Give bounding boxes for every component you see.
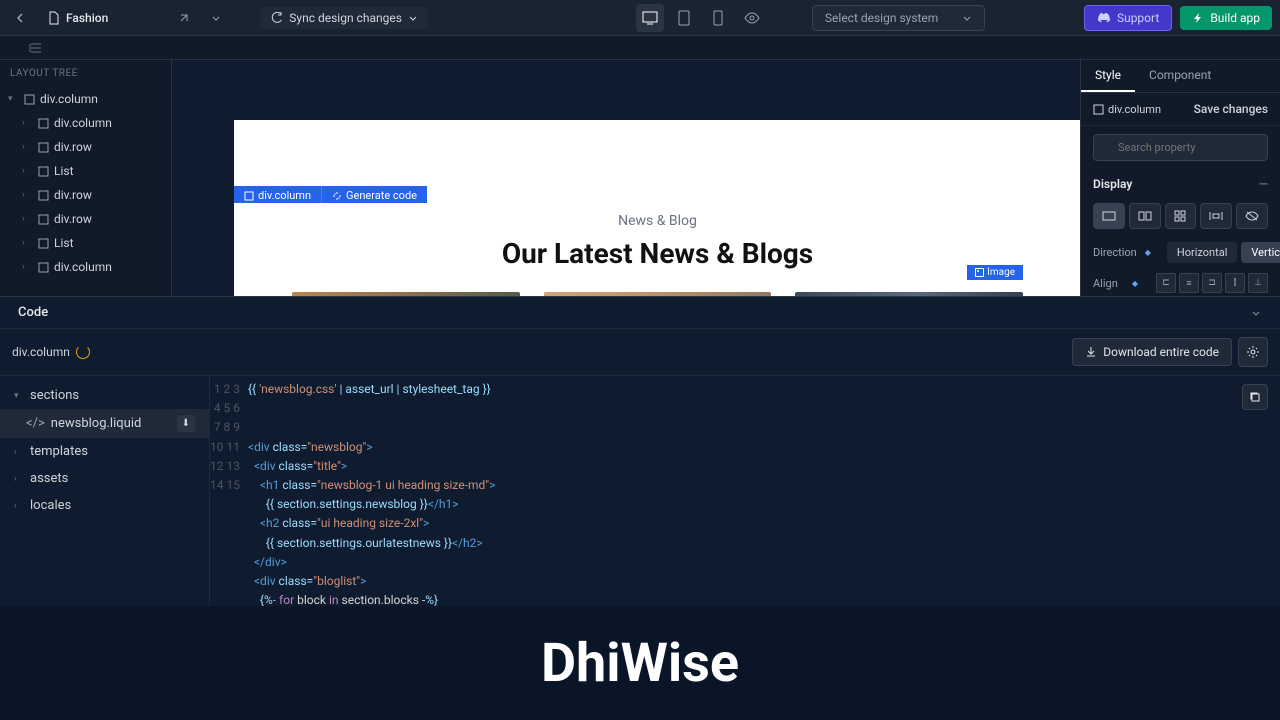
box-icon — [244, 191, 254, 201]
file-name: Fashion — [66, 11, 108, 25]
refresh-icon — [270, 11, 283, 24]
line-gutter: 1 2 3 4 5 6 7 8 9 10 11 12 13 14 15 — [210, 376, 248, 606]
tree-item[interactable]: ›List — [0, 159, 171, 183]
display-inline-button[interactable] — [1200, 203, 1232, 229]
tree-item[interactable]: ›div.row — [0, 135, 171, 159]
support-label: Support — [1117, 11, 1159, 25]
chevron-down-icon[interactable] — [204, 6, 228, 30]
design-system-placeholder: Select design system — [825, 11, 938, 25]
align-baseline-button[interactable]: ⊥ — [1248, 273, 1268, 293]
code-file-icon: </> — [26, 416, 45, 431]
tree-item[interactable]: ›div.column — [0, 111, 171, 135]
blog-image-1[interactable] — [292, 292, 520, 296]
image-badge-label: Image — [987, 267, 1015, 278]
file-newsblog[interactable]: </> newsblog.liquid ⬇ — [0, 409, 209, 438]
file-tab[interactable]: Fashion — [40, 7, 116, 29]
folder-locales[interactable]: ›locales — [0, 492, 209, 519]
copy-code-button[interactable] — [1242, 384, 1268, 410]
align-stretch-button[interactable]: ⫿ — [1225, 273, 1245, 293]
tree-item[interactable]: ▾div.column — [0, 87, 171, 111]
viewport-mobile-button[interactable] — [704, 4, 732, 32]
download-file-icon[interactable]: ⬇ — [177, 415, 195, 432]
download-code-label: Download entire code — [1103, 345, 1219, 359]
code-file-tree: ▾sections </> newsblog.liquid ⬇ ›templat… — [0, 376, 210, 606]
tree-item[interactable]: ›div.row — [0, 183, 171, 207]
tab-component[interactable]: Component — [1135, 60, 1225, 92]
download-icon — [1085, 346, 1097, 358]
viewport-tablet-button[interactable] — [670, 4, 698, 32]
collapse-code-icon[interactable] — [1250, 307, 1262, 319]
code-lines: {{ 'newsblog.css' | asset_url | styleshe… — [248, 376, 1280, 606]
support-button[interactable]: Support — [1084, 5, 1172, 31]
code-settings-button[interactable] — [1238, 337, 1268, 367]
layers-icon[interactable] — [24, 36, 48, 60]
discord-icon — [1097, 12, 1111, 24]
align-center-button[interactable]: ≡ — [1179, 273, 1199, 293]
folder-assets[interactable]: ›assets — [0, 465, 209, 492]
design-system-select[interactable]: Select design system — [812, 5, 985, 31]
tree-item[interactable]: ›div.row — [0, 207, 171, 231]
image-badge[interactable]: Image — [967, 265, 1023, 280]
sync-button[interactable]: Sync design changes — [260, 7, 428, 29]
code-crumb-label: div.column — [12, 345, 70, 359]
wand-icon — [332, 191, 342, 201]
direction-label: Direction — [1093, 246, 1137, 259]
target-icon[interactable] — [76, 345, 90, 359]
align-start-button[interactable]: ⊏ — [1156, 273, 1176, 293]
external-icon[interactable] — [172, 6, 196, 30]
brand-name: DhiWise — [541, 632, 739, 695]
box-icon — [1093, 104, 1104, 115]
canvas-page[interactable]: News & Blog Our Latest News & Blogs Imag… — [234, 203, 1080, 296]
generate-code-label: Generate code — [346, 189, 417, 202]
tree-item[interactable]: ›div.column — [0, 255, 171, 279]
save-changes-button[interactable]: Save changes — [1194, 102, 1268, 116]
build-app-button[interactable]: Build app — [1180, 6, 1272, 30]
blog-image-3[interactable]: Image — [795, 292, 1023, 296]
news-title: Our Latest News & Blogs — [234, 237, 1080, 270]
display-block-button[interactable] — [1093, 203, 1125, 229]
layout-tree-panel: LAYOUT TREE ▾div.column›div.column›div.r… — [0, 60, 172, 296]
canvas[interactable]: div.column Generate code News & Blog Our… — [172, 60, 1080, 296]
selected-chip-label: div.column — [1108, 103, 1161, 116]
layout-tree-header: LAYOUT TREE — [0, 60, 171, 87]
top-toolbar: Fashion Sync design changes Select desig… — [0, 0, 1280, 36]
display-grid-button[interactable] — [1165, 203, 1197, 229]
back-icon[interactable] — [8, 6, 32, 30]
file-icon — [48, 11, 60, 25]
display-section-header: Display — [1093, 177, 1132, 191]
direction-horizontal-button[interactable]: Horizontal — [1167, 242, 1238, 263]
align-label: Align — [1093, 277, 1124, 290]
style-panel: Style Component div.column Save changes … — [1080, 60, 1280, 296]
code-breadcrumb: div.column — [12, 345, 90, 359]
news-eyebrow: News & Blog — [234, 213, 1080, 229]
search-property-input[interactable] — [1093, 134, 1268, 161]
image-icon — [975, 268, 984, 277]
sub-toolbar — [0, 36, 1280, 60]
display-none-button[interactable] — [1236, 203, 1268, 229]
chevron-down-icon — [408, 13, 418, 23]
tree-item[interactable]: ›List — [0, 231, 171, 255]
display-flex-button[interactable] — [1129, 203, 1161, 229]
sync-label: Sync design changes — [289, 11, 402, 25]
brand-banner: DhiWise — [0, 606, 1280, 720]
viewport-desktop-button[interactable] — [636, 4, 664, 32]
collapse-icon[interactable]: — — [1259, 177, 1268, 191]
tab-style[interactable]: Style — [1081, 60, 1135, 92]
selected-element-label: div.column — [258, 189, 311, 202]
blog-image-2[interactable] — [544, 292, 772, 296]
direction-vertical-button[interactable]: Vertical — [1241, 242, 1280, 263]
code-editor[interactable]: 1 2 3 4 5 6 7 8 9 10 11 12 13 14 15 {{ '… — [210, 376, 1280, 606]
folder-templates[interactable]: ›templates — [0, 438, 209, 465]
code-panel-title: Code — [18, 305, 48, 320]
code-panel: Code div.column Download entire code ▾se… — [0, 296, 1280, 606]
selected-chip: div.column — [1093, 103, 1161, 116]
align-end-button[interactable]: ⊐ — [1202, 273, 1222, 293]
bolt-icon — [1192, 12, 1204, 24]
build-label: Build app — [1210, 11, 1260, 25]
folder-sections[interactable]: ▾sections — [0, 382, 209, 409]
download-code-button[interactable]: Download entire code — [1072, 338, 1232, 366]
chevron-down-icon — [962, 13, 972, 23]
preview-button[interactable] — [738, 4, 766, 32]
